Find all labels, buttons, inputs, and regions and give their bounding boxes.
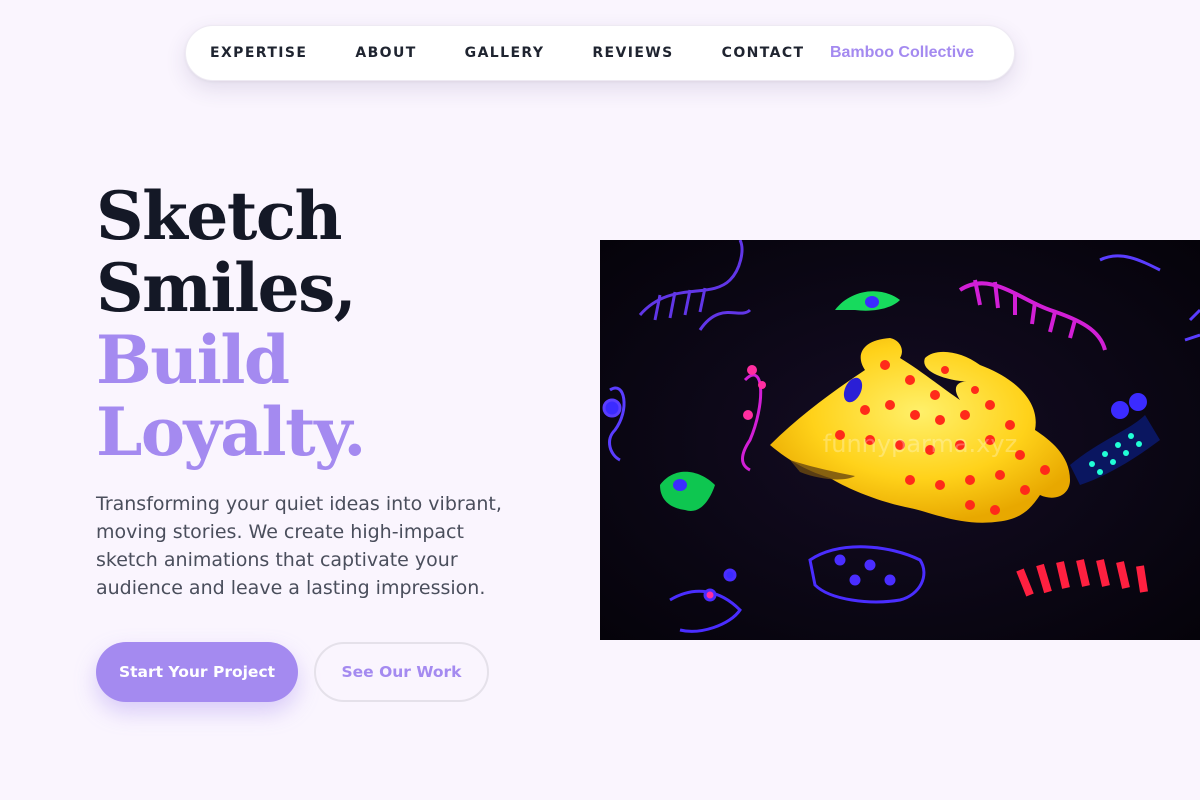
nav-link-expertise[interactable]: EXPERTISE (210, 45, 307, 61)
landing-page: EXPERTISE ABOUT GALLERY REVIEWS CONTACT … (0, 0, 1200, 800)
nav-link-contact[interactable]: CONTACT (722, 45, 805, 61)
nav-link-gallery[interactable]: GALLERY (465, 45, 545, 61)
glow-sculpture-illustration: funnyparma.xyz (600, 240, 1200, 640)
hero-description: Transforming your quiet ideas into vibra… (96, 493, 502, 599)
hero-title-line-3: Build (96, 321, 290, 399)
top-nav: EXPERTISE ABOUT GALLERY REVIEWS CONTACT … (185, 25, 1015, 81)
hero-title: Sketch Smiles, Build Loyalty. (96, 180, 576, 468)
nav-link-about[interactable]: ABOUT (355, 45, 416, 61)
nav-link-reviews[interactable]: REVIEWS (592, 45, 673, 61)
hero-title-line-1: Sketch (96, 177, 343, 255)
start-project-button[interactable]: Start Your Project (96, 642, 298, 702)
brand-name[interactable]: Bamboo Collective (830, 44, 974, 62)
see-our-work-button[interactable]: See Our Work (314, 642, 489, 702)
hero-title-line-2: Smiles, (96, 249, 357, 327)
hero-image: funnyparma.xyz (600, 240, 1200, 640)
image-watermark: funnyparma.xyz (823, 430, 1017, 458)
hero-title-line-4: Loyalty. (96, 393, 366, 471)
